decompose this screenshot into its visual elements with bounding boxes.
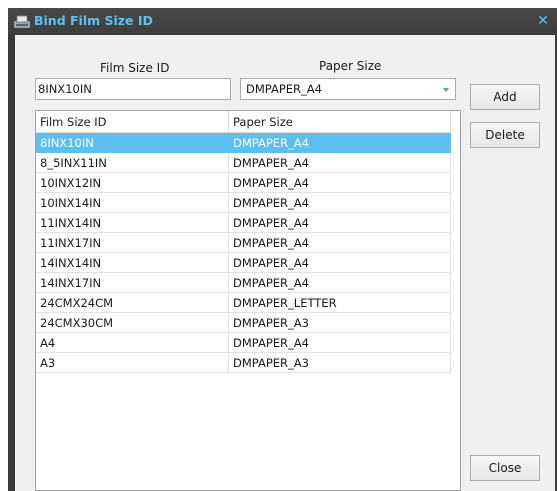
film-printer-icon xyxy=(14,15,30,28)
film-size-id-cell: 8_5INX11IN xyxy=(36,153,229,173)
paper-size-cell: DMPAPER_A4 xyxy=(229,173,451,193)
paper-size-cell: DMPAPER_A4 xyxy=(229,153,451,173)
paper-size-cell: DMPAPER_A3 xyxy=(229,353,451,373)
table-row[interactable]: 14INX14IN DMPAPER_A4 xyxy=(36,253,460,273)
paper-size-cell: DMPAPER_A4 xyxy=(229,233,451,253)
table-row[interactable]: 11INX17IN DMPAPER_A4 xyxy=(36,233,460,253)
chevron-down-icon[interactable] xyxy=(443,88,449,92)
film-size-table[interactable]: Film Size ID Paper Size 8INX10IN DMPAPER_… xyxy=(35,110,461,491)
paper-size-cell: DMPAPER_LETTER xyxy=(229,293,451,313)
paper-size-cell: DMPAPER_A4 xyxy=(229,133,451,153)
film-size-id-cell: A3 xyxy=(36,353,229,373)
film-size-id-input[interactable] xyxy=(35,78,231,100)
film-size-id-cell: 24CMX30CM xyxy=(36,313,229,333)
film-size-id-cell: 8INX10IN xyxy=(36,133,229,153)
film-size-id-cell: 11INX17IN xyxy=(36,233,229,253)
table-row[interactable]: 11INX14IN DMPAPER_A4 xyxy=(36,213,460,233)
table-row[interactable]: 24CMX30CM DMPAPER_A3 xyxy=(36,313,460,333)
add-button[interactable]: Add xyxy=(470,84,540,110)
film-size-id-cell: 11INX14IN xyxy=(36,213,229,233)
table-header: Film Size ID Paper Size xyxy=(36,111,460,133)
paper-size-cell: DMPAPER_A4 xyxy=(229,213,451,233)
delete-button[interactable]: Delete xyxy=(470,122,540,148)
close-button[interactable]: Close xyxy=(470,455,540,481)
column-header-film-size-id[interactable]: Film Size ID xyxy=(36,111,229,133)
film-size-id-label: Film Size ID xyxy=(100,61,170,75)
film-size-id-cell: 10INX12IN xyxy=(36,173,229,193)
paper-size-cell: DMPAPER_A4 xyxy=(229,193,451,213)
table-row[interactable]: 24CMX24CM DMPAPER_LETTER xyxy=(36,293,460,313)
paper-size-dropdown[interactable]: DMPAPER_A4 xyxy=(240,78,456,100)
paper-size-cell: DMPAPER_A4 xyxy=(229,273,451,293)
film-size-id-cell: 24CMX24CM xyxy=(36,293,229,313)
film-size-id-cell: 14INX17IN xyxy=(36,273,229,293)
table-row[interactable]: 10INX12IN DMPAPER_A4 xyxy=(36,173,460,193)
paper-size-label: Paper Size xyxy=(319,59,382,73)
title-bar[interactable]: Bind Film Size ID ✕ xyxy=(8,8,557,35)
film-size-id-cell: 10INX14IN xyxy=(36,193,229,213)
column-header-paper-size[interactable]: Paper Size xyxy=(229,111,451,133)
table-row[interactable]: A3 DMPAPER_A3 xyxy=(36,353,460,373)
table-row[interactable]: 14INX17IN DMPAPER_A4 xyxy=(36,273,460,293)
paper-size-cell: DMPAPER_A3 xyxy=(229,313,451,333)
table-row[interactable]: A4 DMPAPER_A4 xyxy=(36,333,460,353)
bind-film-size-dialog: Bind Film Size ID ✕ Film Size ID Paper S… xyxy=(8,8,557,491)
close-icon[interactable]: ✕ xyxy=(533,11,553,31)
dialog-body: Film Size ID Paper Size DMPAPER_A4 Add D… xyxy=(15,35,555,491)
paper-size-cell: DMPAPER_A4 xyxy=(229,333,451,353)
film-size-id-cell: A4 xyxy=(36,333,229,353)
table-row[interactable]: 8INX10IN DMPAPER_A4 xyxy=(36,133,460,153)
paper-size-cell: DMPAPER_A4 xyxy=(229,253,451,273)
table-body: 8INX10IN DMPAPER_A4 8_5INX11IN DMPAPER_A4 10… xyxy=(36,133,460,373)
table-row[interactable]: 8_5INX11IN DMPAPER_A4 xyxy=(36,153,460,173)
dialog-title: Bind Film Size ID xyxy=(34,13,153,28)
table-row[interactable]: 10INX14IN DMPAPER_A4 xyxy=(36,193,460,213)
paper-size-selected-value: DMPAPER_A4 xyxy=(246,82,322,96)
film-size-id-cell: 14INX14IN xyxy=(36,253,229,273)
